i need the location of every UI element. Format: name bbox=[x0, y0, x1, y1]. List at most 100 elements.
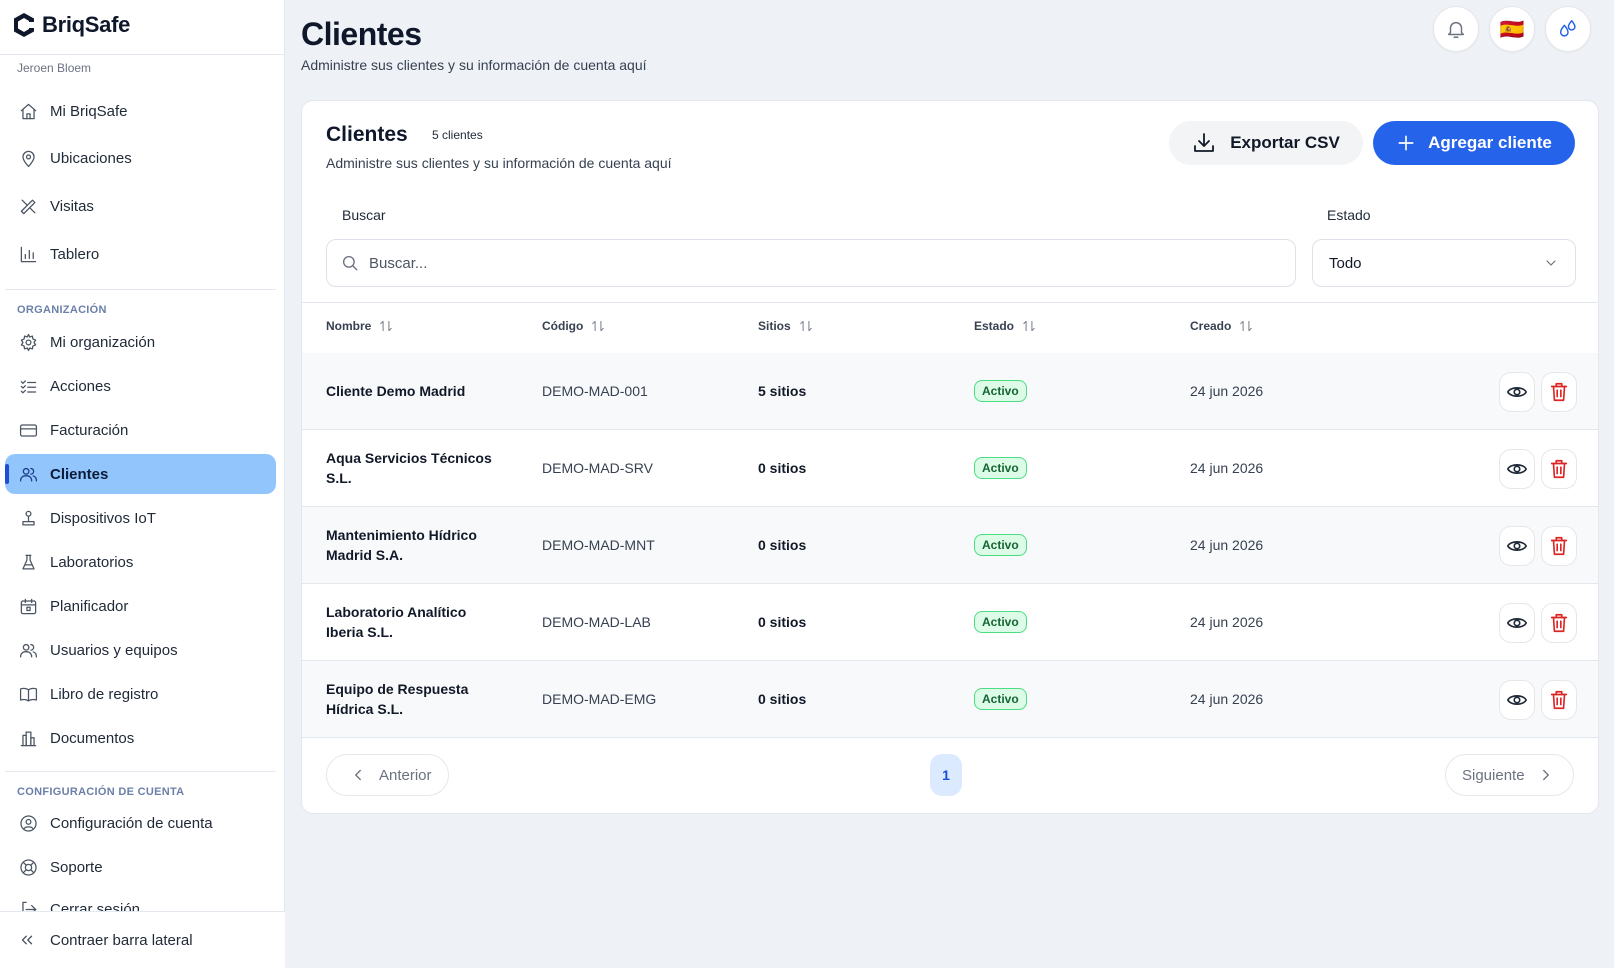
sidebar-item-configuracion-de-cuenta[interactable]: Configuración de cuenta bbox=[5, 803, 276, 843]
add-client-button[interactable]: Agregar cliente bbox=[1373, 121, 1575, 165]
logout-icon bbox=[18, 899, 38, 911]
export-csv-button[interactable]: Exportar CSV bbox=[1169, 121, 1363, 165]
client-code: DEMO-MAD-LAB bbox=[542, 614, 651, 630]
column-header-label: Estado bbox=[974, 319, 1015, 333]
clients-card: Clientes 5 clientes Administre sus clien… bbox=[301, 100, 1599, 814]
search-input[interactable] bbox=[369, 254, 1269, 272]
card-subtitle: Administre sus clientes y su información… bbox=[326, 155, 672, 171]
previous-page-label: Anterior bbox=[379, 766, 432, 784]
divider bbox=[0, 54, 285, 55]
client-code: DEMO-MAD-MNT bbox=[542, 537, 655, 553]
status-cell: Activo bbox=[974, 661, 1027, 737]
column-header-estado[interactable]: Estado bbox=[974, 319, 1036, 333]
view-client-button[interactable] bbox=[1499, 680, 1535, 720]
status-cell: Activo bbox=[974, 430, 1027, 506]
page-number-1[interactable]: 1 bbox=[930, 754, 962, 796]
next-page-label: Siguiente bbox=[1462, 766, 1525, 784]
collapse-sidebar-button[interactable]: Contraer barra lateral bbox=[0, 911, 285, 968]
status-badge: Activo bbox=[974, 457, 1027, 479]
sidebar-item-clientes[interactable]: Clientes bbox=[5, 454, 276, 494]
sidebar-item-soporte[interactable]: Soporte bbox=[5, 847, 276, 887]
divider bbox=[5, 289, 276, 290]
delete-client-button[interactable] bbox=[1541, 680, 1577, 720]
sidebar-item-label: Clientes bbox=[50, 465, 109, 483]
search-field[interactable] bbox=[326, 239, 1296, 287]
view-client-button[interactable] bbox=[1499, 372, 1535, 412]
sidebar-item-laboratorios[interactable]: Laboratorios bbox=[5, 542, 276, 582]
logo[interactable]: BriqSafe bbox=[12, 12, 130, 38]
view-client-button[interactable] bbox=[1499, 603, 1535, 643]
column-header-nombre[interactable]: Nombre bbox=[326, 319, 393, 333]
column-header-creado[interactable]: Creado bbox=[1190, 319, 1253, 333]
client-code: DEMO-MAD-SRV bbox=[542, 460, 653, 476]
view-client-button[interactable] bbox=[1499, 526, 1535, 566]
chevron-down-icon bbox=[1546, 260, 1556, 266]
column-header-codigo[interactable]: Código bbox=[542, 319, 605, 333]
flask-icon bbox=[18, 552, 38, 572]
card-title: Clientes bbox=[326, 123, 408, 146]
client-created: 24 jun 2026 bbox=[1190, 537, 1264, 553]
gear-icon bbox=[18, 332, 38, 352]
table-row[interactable]: Aqua Servicios Técnicos S.L. DEMO-MAD-SR… bbox=[302, 430, 1598, 507]
notifications-button[interactable] bbox=[1433, 6, 1479, 52]
sidebar-item-planificador[interactable]: Planificador bbox=[5, 586, 276, 626]
calendar-icon bbox=[18, 596, 38, 616]
sidebar-item-cerrar-sesion[interactable]: Cerrar sesión bbox=[5, 895, 276, 911]
client-count: 5 clientes bbox=[432, 128, 483, 142]
trash-icon bbox=[1550, 536, 1568, 556]
sidebar-item-mi-briqsafe[interactable]: Mi BriqSafe bbox=[5, 91, 276, 131]
column-header-sitios[interactable]: Sitios bbox=[758, 319, 813, 333]
sidebar-item-label: Cerrar sesión bbox=[50, 900, 141, 912]
view-client-button[interactable] bbox=[1499, 449, 1535, 489]
client-sites: 5 sitios bbox=[758, 383, 807, 399]
sidebar-item-acciones[interactable]: Acciones bbox=[5, 366, 276, 406]
chevrons-left-icon bbox=[21, 935, 33, 945]
table-row[interactable]: Equipo de Respuesta Hídrica S.L. DEMO-MA… bbox=[302, 661, 1598, 738]
delete-client-button[interactable] bbox=[1541, 449, 1577, 489]
sidebar-item-ubicaciones[interactable]: Ubicaciones bbox=[5, 138, 276, 178]
documents-icon bbox=[18, 728, 38, 748]
table-row[interactable]: Mantenimiento Hídrico Madrid S.A. DEMO-M… bbox=[302, 507, 1598, 584]
delete-client-button[interactable] bbox=[1541, 603, 1577, 643]
language-button[interactable]: 🇪🇸 bbox=[1489, 6, 1535, 52]
delete-client-button[interactable] bbox=[1541, 372, 1577, 412]
sidebar-item-mi-organizacion[interactable]: Mi organización bbox=[5, 322, 276, 362]
divider bbox=[5, 771, 276, 772]
user-name: Jeroen Bloem bbox=[17, 61, 92, 75]
table-row[interactable]: Laboratorio Analítico Iberia S.L. DEMO-M… bbox=[302, 584, 1598, 661]
column-header-label: Sitios bbox=[758, 319, 791, 333]
water-drops-icon bbox=[1559, 20, 1576, 37]
next-page-button[interactable]: Siguiente bbox=[1445, 754, 1574, 796]
column-header-label: Nombre bbox=[326, 319, 372, 333]
client-created: 24 jun 2026 bbox=[1190, 614, 1264, 630]
sidebar-item-dispositivos-iot[interactable]: Dispositivos IoT bbox=[5, 498, 276, 538]
client-sites: 0 sitios bbox=[758, 460, 807, 476]
column-header-label: Creado bbox=[1190, 319, 1232, 333]
credit-card-icon bbox=[18, 420, 38, 440]
sidebar-item-label: Mi BriqSafe bbox=[50, 102, 128, 120]
sidebar-item-usuarios-y-equipos[interactable]: Usuarios y equipos bbox=[5, 630, 276, 670]
trash-icon bbox=[1550, 382, 1568, 402]
map-pin-icon bbox=[18, 148, 38, 168]
bell-icon bbox=[1447, 21, 1465, 38]
status-badge: Activo bbox=[974, 611, 1027, 633]
sidebar-item-documentos[interactable]: Documentos bbox=[5, 718, 276, 758]
page-title: Clientes bbox=[301, 16, 422, 52]
users-icon bbox=[18, 464, 38, 484]
previous-page-button[interactable]: Anterior bbox=[326, 754, 449, 796]
sidebar-item-libro-de-registro[interactable]: Libro de registro bbox=[5, 674, 276, 714]
status-filter-select[interactable]: Todo bbox=[1312, 239, 1576, 287]
status-badge: Activo bbox=[974, 534, 1027, 556]
trash-icon bbox=[1550, 613, 1568, 633]
sidebar-item-visitas[interactable]: Visitas bbox=[5, 186, 276, 226]
table-row[interactable]: Cliente Demo Madrid DEMO-MAD-001 5 sitio… bbox=[302, 353, 1598, 430]
delete-client-button[interactable] bbox=[1541, 526, 1577, 566]
water-drops-button[interactable] bbox=[1545, 6, 1591, 52]
sidebar-item-facturacion[interactable]: Facturación bbox=[5, 410, 276, 450]
download-icon bbox=[1194, 133, 1215, 152]
status-cell: Activo bbox=[974, 584, 1027, 660]
sidebar-item-tablero[interactable]: Tablero bbox=[5, 234, 276, 274]
lifebuoy-icon bbox=[18, 857, 38, 877]
section-label-configuracion: CONFIGURACIÓN DE CUENTA bbox=[17, 786, 185, 798]
search-label: Buscar bbox=[342, 207, 386, 223]
